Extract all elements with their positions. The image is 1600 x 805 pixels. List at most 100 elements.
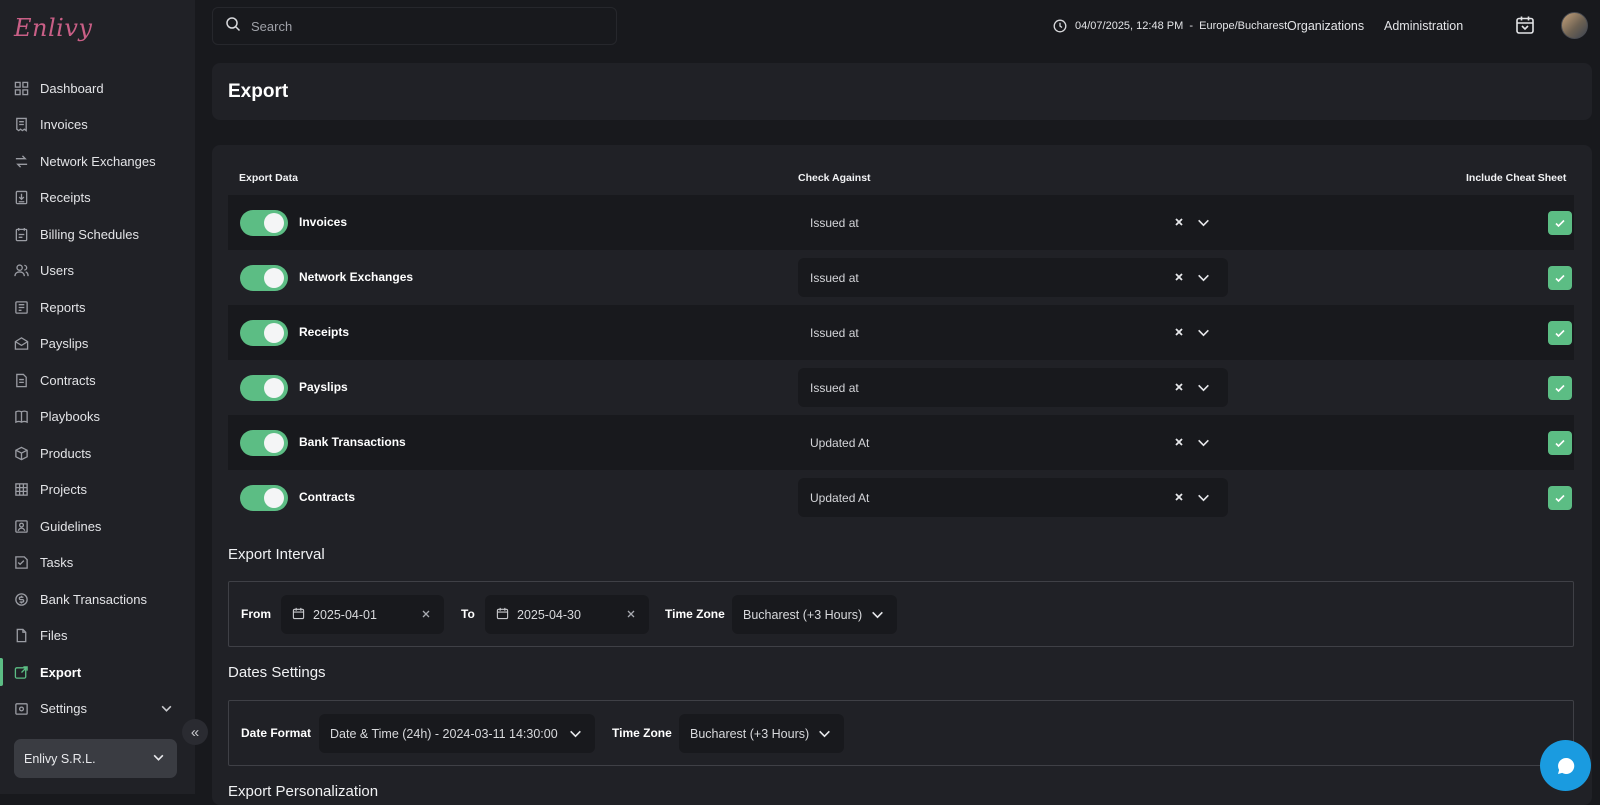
clear-icon[interactable]	[1172, 270, 1186, 284]
sidebar-item-label: Files	[40, 628, 68, 644]
clear-icon[interactable]	[1172, 380, 1186, 394]
sidebar-item-label: Users	[40, 263, 74, 279]
cheat-sheet-checkbox[interactable]	[1548, 376, 1572, 400]
sidebar-item-contracts[interactable]: Contracts	[0, 362, 195, 399]
check-against-select[interactable]: Issued at	[798, 368, 1228, 407]
check-against-select[interactable]: Issued at	[798, 258, 1228, 297]
sidebar-item-projects[interactable]: Projects	[0, 472, 195, 509]
chevron-down-icon[interactable]	[1196, 270, 1211, 285]
row-label: Network Exchanges	[299, 270, 414, 284]
check-against-select[interactable]: Updated At	[798, 478, 1228, 517]
sidebar-item-export[interactable]: Export	[0, 654, 195, 691]
sidebar-item-label: Reports	[40, 299, 86, 315]
sidebar-item-playbooks[interactable]: Playbooks	[0, 399, 195, 436]
page-title: Export	[228, 81, 289, 102]
export-toggle[interactable]	[240, 375, 288, 401]
header-check-against: Check Against	[798, 172, 871, 184]
export-toggle[interactable]	[240, 430, 288, 456]
clear-icon[interactable]	[420, 608, 432, 623]
cheat-sheet-checkbox[interactable]	[1548, 266, 1572, 290]
chevron-down-icon[interactable]	[1196, 490, 1211, 505]
sidebar-nav: Dashboard Invoices Network Exchanges Rec…	[0, 70, 195, 727]
app-logo[interactable]: Enlivy	[14, 14, 92, 42]
export-toggle[interactable]	[240, 485, 288, 511]
sidebar-item-settings[interactable]: Settings	[0, 691, 195, 728]
datetime-text: 04/07/2025, 12:48 PM - Europe/Bucharest	[1075, 20, 1288, 32]
sidebar-item-network-exchanges[interactable]: Network Exchanges	[0, 143, 195, 180]
select-value: Issued at	[810, 270, 859, 285]
exchange-icon	[14, 154, 29, 169]
sidebar-item-reports[interactable]: Reports	[0, 289, 195, 326]
chevron-down-icon[interactable]	[1196, 380, 1211, 395]
cheat-sheet-checkbox[interactable]	[1548, 321, 1572, 345]
clear-icon[interactable]	[1172, 215, 1186, 229]
check-against-select[interactable]: Issued at	[798, 203, 1228, 242]
check-icon	[1555, 274, 1565, 283]
from-date-input[interactable]: 2025-04-01	[281, 595, 444, 634]
payslip-icon	[14, 336, 29, 351]
guidelines-icon	[14, 519, 29, 534]
timezone-select[interactable]: Bucharest (+3 Hours)	[679, 714, 844, 753]
sidebar-item-bank-transactions[interactable]: Bank Transactions	[0, 581, 195, 618]
check-icon	[1555, 384, 1565, 393]
clear-icon[interactable]	[625, 608, 637, 623]
cheat-sheet-checkbox[interactable]	[1548, 486, 1572, 510]
sidebar-item-dashboard[interactable]: Dashboard	[0, 70, 195, 107]
administration-link[interactable]: Administration	[1384, 0, 1463, 52]
double-chevron-left-icon: «	[190, 723, 200, 741]
search-input[interactable]	[251, 18, 591, 34]
datetime-display: 04/07/2025, 12:48 PM - Europe/Bucharest	[1053, 0, 1287, 52]
dates-settings-panel: Date Format Date & Time (24h) - 2024-03-…	[228, 700, 1574, 766]
sidebar-item-label: Contracts	[40, 372, 96, 388]
export-toggle[interactable]	[240, 320, 288, 346]
table-row: Invoices Issued at	[228, 195, 1574, 250]
clear-icon[interactable]	[1172, 435, 1186, 449]
sidebar-item-invoices[interactable]: Invoices	[0, 107, 195, 144]
tasks-icon	[14, 555, 29, 570]
sidebar-item-receipts[interactable]: Receipts	[0, 180, 195, 217]
timezone-label: Time Zone	[612, 726, 672, 740]
collapse-sidebar-button[interactable]: «	[182, 719, 208, 745]
check-against-select[interactable]: Updated At	[798, 423, 1228, 462]
chat-button[interactable]	[1540, 740, 1591, 791]
search-box[interactable]	[212, 7, 617, 45]
sidebar-item-guidelines[interactable]: Guidelines	[0, 508, 195, 545]
search-icon	[225, 16, 241, 37]
users-icon	[14, 263, 29, 278]
organizations-link[interactable]: Organizations	[1287, 0, 1364, 52]
clear-icon[interactable]	[1172, 490, 1186, 504]
sidebar-item-billing-schedules[interactable]: Billing Schedules	[0, 216, 195, 253]
select-value: Issued at	[810, 325, 859, 340]
row-label: Bank Transactions	[299, 435, 406, 449]
table-row: Contracts Updated At	[228, 470, 1574, 525]
export-toggle[interactable]	[240, 210, 288, 236]
check-against-select[interactable]: Issued at	[798, 313, 1228, 352]
export-card: Export Data Check Against Include Cheat …	[212, 145, 1592, 805]
chevron-down-icon[interactable]	[1196, 325, 1211, 340]
sidebar-item-payslips[interactable]: Payslips	[0, 326, 195, 363]
cheat-sheet-checkbox[interactable]	[1548, 211, 1572, 235]
organization-switcher[interactable]: Enlivy S.R.L.	[14, 739, 177, 778]
row-label: Receipts	[299, 325, 350, 339]
timezone-select[interactable]: Bucharest (+3 Hours)	[732, 595, 897, 634]
calendar-icon[interactable]	[1515, 15, 1535, 35]
check-icon	[1555, 219, 1565, 228]
export-toggle[interactable]	[240, 265, 288, 291]
avatar[interactable]	[1561, 12, 1588, 39]
select-value: Updated At	[810, 435, 870, 450]
clear-icon[interactable]	[1172, 325, 1186, 339]
cheat-sheet-checkbox[interactable]	[1548, 431, 1572, 455]
to-date-input[interactable]: 2025-04-30	[485, 595, 649, 634]
sidebar-item-users[interactable]: Users	[0, 253, 195, 290]
chevron-down-icon[interactable]	[1196, 435, 1211, 450]
date-format-select[interactable]: Date & Time (24h) - 2024-03-11 14:30:00	[319, 714, 595, 753]
date-format-label: Date Format	[241, 726, 312, 740]
reports-icon	[14, 300, 29, 315]
chevron-down-icon	[568, 726, 583, 744]
sidebar-item-tasks[interactable]: Tasks	[0, 545, 195, 582]
export-interval-panel: From 2025-04-01 To 2025-04-30 Time Zone …	[228, 581, 1574, 647]
chevron-down-icon[interactable]	[160, 702, 173, 718]
sidebar-item-files[interactable]: Files	[0, 618, 195, 655]
sidebar-item-products[interactable]: Products	[0, 435, 195, 472]
chevron-down-icon[interactable]	[1196, 215, 1211, 230]
